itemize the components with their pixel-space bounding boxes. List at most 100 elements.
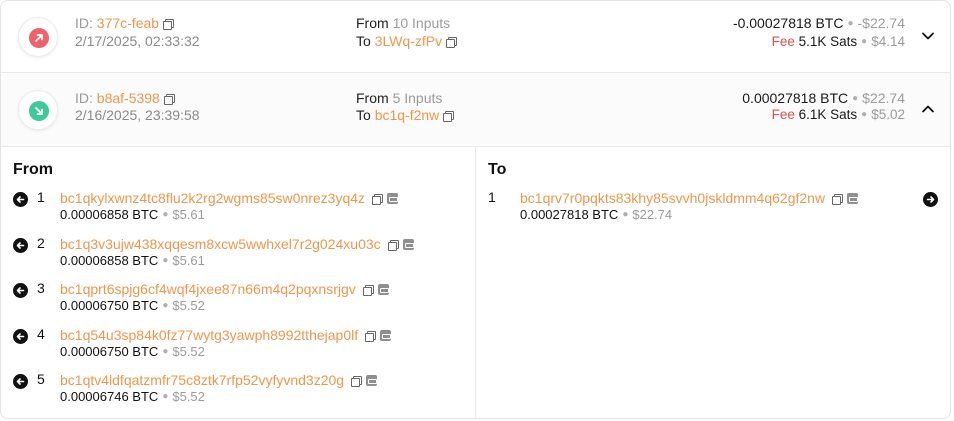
amount-usd: $5.52 bbox=[172, 389, 205, 405]
copy-icon[interactable] bbox=[163, 19, 175, 30]
input-item: 4 bc1q54u3sp84k0fz77wytg3yawph8992tthejap… bbox=[1, 326, 477, 366]
copy-icon[interactable] bbox=[365, 330, 377, 342]
id-label: ID: bbox=[75, 90, 93, 106]
amount-btc: 0.00027818 BTC bbox=[742, 90, 849, 106]
address-link[interactable]: bc1q3v3ujw438xqqesm8xcw5wwhxel7r2g024xu0… bbox=[60, 236, 414, 252]
address-link[interactable]: bc1qkylxwnz4tc8flu2k2rg2wgms85sw0nrez3yq… bbox=[60, 190, 399, 206]
address-link[interactable]: bc1q54u3sp84k0fz77wytg3yawph8992tthejap0… bbox=[60, 327, 392, 343]
to-summary: To 3LWq-zfPv bbox=[356, 33, 458, 49]
transaction-row[interactable]: ID: 377c-feab 2/17/2025, 02:33:32 From 1… bbox=[1, 1, 950, 73]
address-text[interactable]: bc1qprt6spjg6cf4wqf4jxee87n66m4q2pqxnsrj… bbox=[60, 281, 356, 297]
amount-btc: 0.00006750 bbox=[60, 343, 129, 359]
output-item: 1 bc1qrv7r0pqkts83khy85svvh0jskldmm4q62gf… bbox=[476, 189, 950, 229]
address-text[interactable]: bc1qtv4ldfqatzmfr75c8ztk7rfp52vyfyvnd3z2… bbox=[60, 372, 344, 388]
copy-icon[interactable] bbox=[832, 194, 844, 205]
from-count: 5 Inputs bbox=[392, 90, 443, 106]
input-item: 3 bc1qprt6spjg6cf4wqf4jxee87n66m4q2pqxnsr… bbox=[1, 280, 477, 320]
item-index: 1 bbox=[37, 189, 45, 205]
amount-btc: 0.00006858 bbox=[60, 252, 129, 268]
arrow-left-icon bbox=[13, 192, 28, 207]
copy-icon[interactable] bbox=[163, 94, 175, 105]
address-link[interactable]: bc1qtv4ldfqatzmfr75c8ztk7rfp52vyfyvnd3z2… bbox=[60, 372, 378, 388]
item-amount: 0.00027818 BTC ● $22.74 bbox=[520, 207, 673, 222]
address-text[interactable]: bc1qkylxwnz4tc8flu2k2rg2wgms85sw0nrez3yq… bbox=[60, 190, 365, 206]
amount-unit: BTC bbox=[128, 343, 159, 359]
transaction-id: ID: 377c-feab bbox=[75, 15, 175, 31]
transaction-date: 2/17/2025, 02:33:32 bbox=[75, 33, 200, 49]
address-text[interactable]: bc1q54u3sp84k0fz77wytg3yawph8992tthejap0… bbox=[60, 327, 358, 343]
item-index: 4 bbox=[37, 325, 45, 342]
input-item: 1 bc1qkylxwnz4tc8flu2k2rg2wgms85sw0nrez3y… bbox=[1, 189, 477, 229]
item-index: 1 bbox=[488, 189, 496, 205]
chevron-down-icon[interactable] bbox=[921, 29, 935, 43]
copy-icon[interactable] bbox=[446, 37, 458, 48]
fee-value: 5.1K Sats bbox=[798, 34, 858, 49]
chevron-up-icon[interactable] bbox=[921, 102, 935, 116]
explorer-icon[interactable] bbox=[366, 375, 378, 387]
explorer-icon[interactable] bbox=[847, 193, 859, 204]
arrow-right-icon bbox=[923, 192, 938, 207]
copy-icon[interactable] bbox=[443, 111, 455, 122]
outputs-title: To bbox=[488, 161, 507, 178]
copy-icon[interactable] bbox=[372, 194, 384, 205]
item-index: 2 bbox=[37, 234, 45, 251]
address-link[interactable]: bc1qrv7r0pqkts83khy85svvh0jskldmm4q62gf2… bbox=[520, 190, 859, 206]
to-label: To bbox=[356, 107, 371, 123]
item-amount: 0.00006858 BTC ● $5.61 bbox=[60, 252, 205, 268]
address-text[interactable]: bc1q3v3ujw438xqqesm8xcw5wwhxel7r2g024xu0… bbox=[60, 236, 381, 252]
explorer-icon[interactable] bbox=[387, 193, 399, 204]
arrow-down-right-icon bbox=[29, 101, 49, 121]
item-index: 5 bbox=[37, 371, 45, 388]
amount-btc: -0.00027818 BTC bbox=[732, 15, 844, 31]
to-address-link[interactable]: bc1q-f2nw bbox=[375, 107, 440, 123]
amount-usd: -$22.74 bbox=[857, 15, 905, 31]
to-address-link[interactable]: 3LWq-zfPv bbox=[375, 33, 442, 49]
address-link[interactable]: bc1qprt6spjg6cf4wqf4jxee87n66m4q2pqxnsrj… bbox=[60, 281, 389, 297]
fee-value: 6.1K Sats bbox=[798, 107, 858, 122]
explorer-icon[interactable] bbox=[380, 329, 392, 341]
amount-usd: $22.74 bbox=[862, 90, 905, 106]
amount-unit: BTC bbox=[128, 298, 159, 314]
input-item: 2 bc1q3v3ujw438xqqesm8xcw5wwhxel7r2g024xu… bbox=[1, 235, 477, 275]
inputs-title: From bbox=[13, 161, 53, 178]
from-summary: From 10 Inputs bbox=[356, 15, 450, 31]
item-amount: 0.00006750 BTC ● $5.52 bbox=[60, 343, 205, 359]
arrow-left-icon bbox=[13, 283, 28, 299]
transactions-panel: ID: 377c-feab 2/17/2025, 02:33:32 From 1… bbox=[0, 0, 951, 419]
transaction-id: ID: b8af-5398 bbox=[75, 90, 175, 106]
arrow-left-icon bbox=[13, 237, 28, 253]
item-index: 3 bbox=[37, 280, 45, 297]
to-label: To bbox=[356, 33, 371, 49]
amount-line: -0.00027818 BTC ● -$22.74 bbox=[732, 15, 905, 31]
fee-line: Fee 5.1K Sats ● $4.14 bbox=[771, 34, 905, 49]
explorer-icon[interactable] bbox=[377, 284, 389, 296]
copy-icon[interactable] bbox=[387, 239, 399, 251]
arrow-left-icon bbox=[13, 328, 28, 344]
item-amount: 0.00006750 BTC ● $5.52 bbox=[60, 298, 205, 314]
amount-unit: BTC bbox=[128, 389, 159, 405]
amount-unit: BTC bbox=[128, 252, 159, 268]
amount-unit: BTC bbox=[128, 207, 159, 222]
amount-unit: BTC bbox=[588, 207, 619, 222]
id-value[interactable]: 377c-feab bbox=[97, 15, 159, 31]
id-value[interactable]: b8af-5398 bbox=[97, 90, 160, 106]
fee-label: Fee bbox=[771, 34, 795, 49]
from-count: 10 Inputs bbox=[392, 15, 451, 31]
amount-line: 0.00027818 BTC ● $22.74 bbox=[742, 90, 905, 106]
copy-icon[interactable] bbox=[362, 285, 374, 297]
amount-usd: $22.74 bbox=[632, 207, 673, 222]
amount-usd: $5.61 bbox=[172, 207, 205, 222]
copy-icon[interactable] bbox=[351, 376, 363, 388]
id-label: ID: bbox=[75, 15, 93, 31]
address-text[interactable]: bc1qrv7r0pqkts83khy85svvh0jskldmm4q62gf2… bbox=[520, 190, 825, 206]
from-label: From bbox=[356, 15, 389, 31]
amount-usd: $5.52 bbox=[172, 343, 205, 359]
transaction-row[interactable]: ID: b8af-5398 2/16/2025, 23:39:58 From 5… bbox=[1, 73, 950, 147]
item-amount: 0.00006746 BTC ● $5.52 bbox=[60, 389, 205, 405]
explorer-icon[interactable] bbox=[402, 238, 414, 250]
fee-line: Fee 6.1K Sats ● $5.02 bbox=[771, 107, 905, 122]
transaction-detail: From To 1 bc1qkylxwnz4tc8flu2k2rg2wgms85s… bbox=[1, 147, 950, 418]
item-amount: 0.00006858 BTC ● $5.61 bbox=[60, 207, 205, 222]
arrow-up-right-icon bbox=[29, 28, 49, 48]
amount-btc: 0.00006858 bbox=[60, 207, 129, 222]
